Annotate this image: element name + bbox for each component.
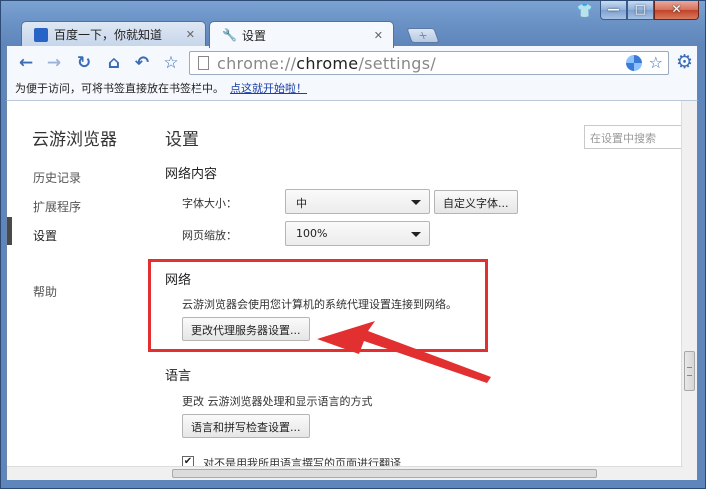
sidebar-item-help[interactable]: 帮助 [33, 283, 57, 300]
font-size-select[interactable]: 中 [285, 189, 430, 214]
toolbar: ← → ↻ ⌂ ↶ ☆ chrome://chrome/settings/ ☆ … [6, 46, 698, 79]
annotation-highlight-box [148, 259, 488, 352]
home-icon[interactable]: ⌂ [103, 52, 125, 74]
section-title-language: 语言 [165, 369, 192, 384]
back-arrow-icon[interactable]: ← [15, 52, 37, 74]
language-description: 更改 云游浏览器处理和显示语言的方式 [182, 395, 373, 408]
extension-icon[interactable] [626, 55, 642, 71]
maximize-button[interactable]: □ [627, 1, 654, 20]
url-scheme: chrome:// [217, 54, 297, 73]
sidebar-selected-marker [7, 217, 12, 245]
chevron-down-icon [411, 200, 421, 205]
forward-arrow-icon[interactable]: → [43, 52, 65, 74]
vertical-scroll-thumb[interactable] [684, 351, 695, 391]
tab-close-icon[interactable]: ✕ [374, 29, 383, 42]
undo-icon[interactable]: ↶ [131, 52, 153, 74]
tab-baidu[interactable]: 🐾 百度一下，你就知道 ✕ [21, 21, 206, 47]
tab-close-icon[interactable]: ✕ [186, 28, 195, 41]
vertical-scrollbar[interactable] [681, 101, 697, 480]
bookmark-star-icon[interactable]: ☆ [649, 53, 663, 72]
wrench-icon: 🔧 [222, 28, 237, 42]
url-text: chrome://chrome/settings/ [217, 54, 436, 73]
minimize-button[interactable]: — [600, 1, 627, 20]
bookmark-bar: 为便于访问，可将书签直接放在书签栏中。 点这就开始啦！ [6, 79, 698, 101]
section-title-web-content: 网络内容 [165, 167, 218, 182]
sidebar-item-settings[interactable]: 设置 [33, 227, 57, 244]
new-tab-button[interactable]: + [406, 28, 440, 43]
custom-fonts-button[interactable]: 自定义字体... [434, 190, 518, 214]
brand-title: 云游浏览器 [32, 130, 117, 150]
font-size-value: 中 [296, 197, 307, 210]
sidebar-item-extensions[interactable]: 扩展程序 [33, 198, 81, 215]
chevron-down-icon [411, 232, 421, 237]
horizontal-scroll-thumb[interactable] [172, 469, 597, 478]
paw-icon: 🐾 [34, 27, 48, 42]
close-button[interactable]: ✕ [654, 1, 699, 20]
tab-settings[interactable]: 🔧 设置 ✕ [209, 21, 394, 48]
sidebar-item-history[interactable]: 历史记录 [33, 169, 81, 186]
bookmark-bar-message: 为便于访问，可将书签直接放在书签栏中。 [15, 82, 224, 95]
shirt-icon[interactable]: 👕 [574, 3, 596, 21]
tab-label: 设置 [242, 28, 267, 43]
horizontal-scrollbar[interactable] [7, 466, 683, 480]
font-size-label: 字体大小： [182, 197, 237, 210]
page-title: 设置 [165, 130, 199, 150]
gear-icon[interactable]: ⚙ [676, 51, 693, 73]
bookmark-bar-link[interactable]: 点这就开始啦！ [230, 82, 307, 95]
tab-strip: 🐾 百度一下，你就知道 ✕ 🔧 设置 ✕ + [11, 21, 611, 48]
url-host: chrome [296, 54, 359, 73]
reload-icon[interactable]: ↻ [73, 52, 95, 74]
address-bar[interactable]: chrome://chrome/settings/ ☆ [189, 51, 669, 75]
tab-label: 百度一下，你就知道 [54, 28, 163, 42]
language-spellcheck-button[interactable]: 语言和拼写检查设置... [182, 414, 310, 438]
search-input[interactable]: 在设置中搜索 [584, 125, 694, 149]
settings-page: 云游浏览器 历史记录 扩展程序 设置 帮助 设置 在设置中搜索 网络内容 字体大… [6, 101, 698, 480]
url-path: /settings/ [358, 54, 437, 73]
page-icon [198, 56, 209, 70]
window-controls: 👕 — □ ✕ [574, 1, 699, 21]
star-icon[interactable]: ☆ [160, 52, 182, 74]
page-zoom-value: 100% [296, 227, 328, 240]
page-zoom-select[interactable]: 100% [285, 221, 430, 246]
page-zoom-label: 网页缩放： [182, 229, 237, 242]
